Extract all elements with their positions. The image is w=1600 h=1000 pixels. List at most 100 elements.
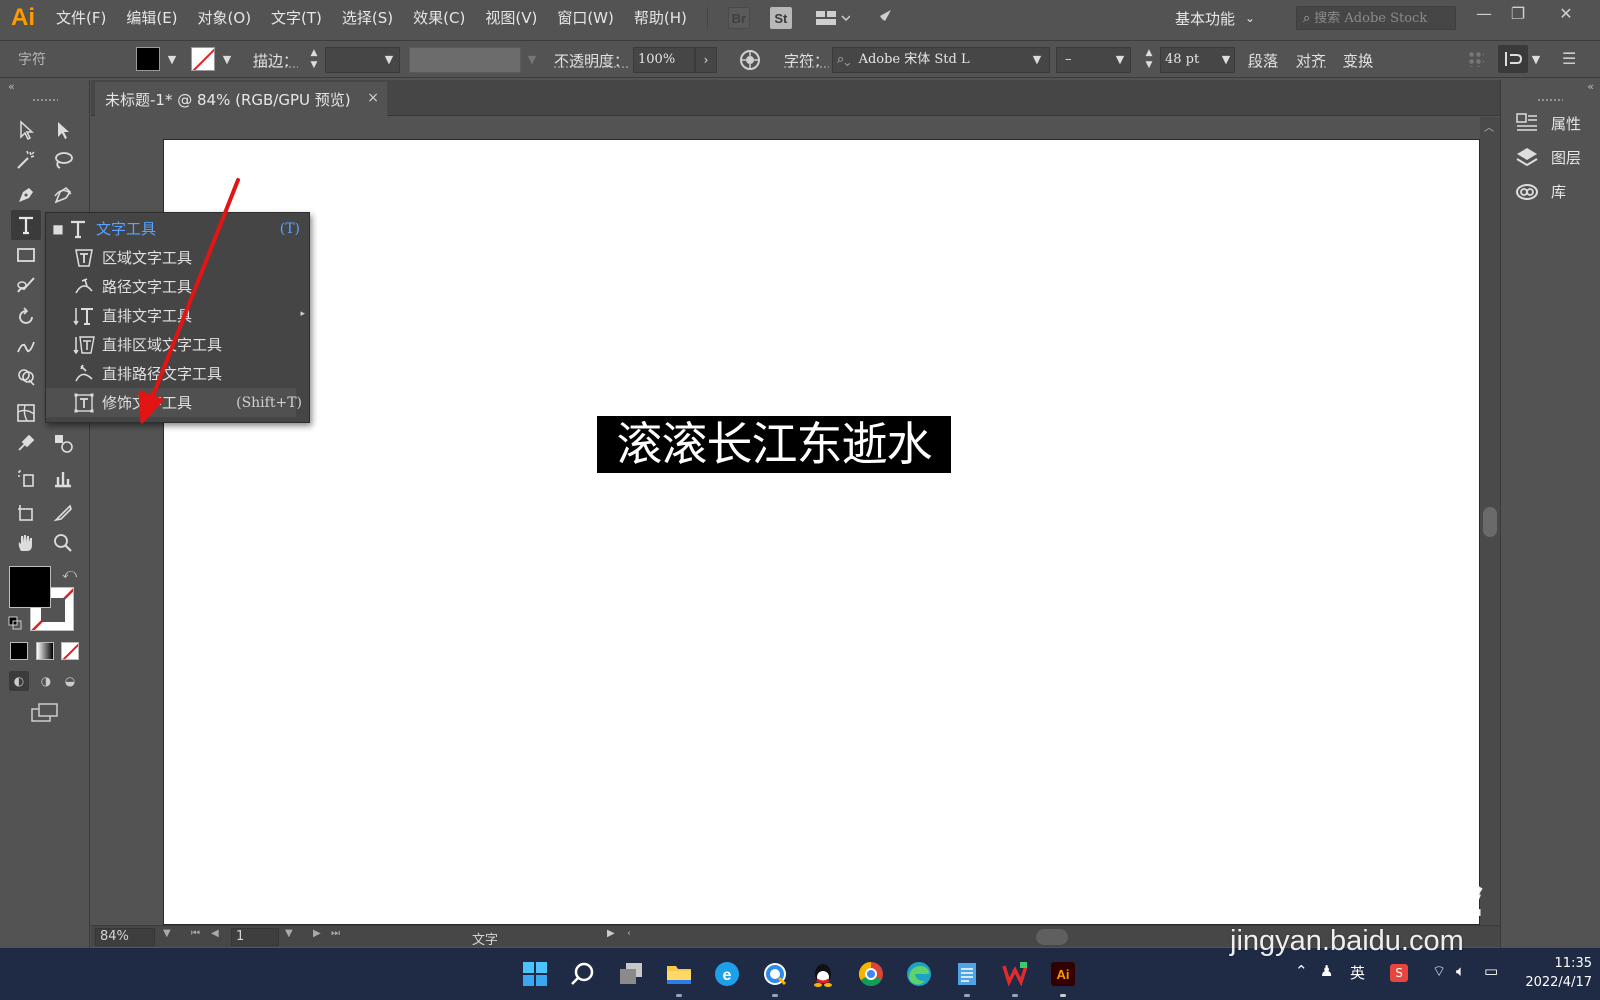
artboard-dropdown-icon[interactable]: ▼: [285, 928, 293, 939]
text-wrap-icon[interactable]: [1498, 45, 1528, 73]
flyout-area-type-tool[interactable]: 区域文字工具: [46, 243, 296, 272]
ie-icon[interactable]: e: [710, 957, 744, 991]
qq-icon[interactable]: [806, 957, 840, 991]
menu-help[interactable]: 帮助(H): [624, 0, 697, 36]
paintbrush-tool-icon[interactable]: [11, 270, 41, 300]
system-clock[interactable]: 11:35 2022/4/17: [1508, 954, 1592, 992]
first-artboard-icon[interactable]: ⏮: [191, 928, 200, 939]
type-tool-icon[interactable]: [11, 210, 41, 240]
menu-select[interactable]: 选择(S): [332, 0, 403, 36]
slice-tool-icon[interactable]: [48, 498, 78, 528]
menu-effect[interactable]: 效果(C): [403, 0, 475, 36]
gpu-performance-icon[interactable]: [872, 7, 894, 29]
none-mode-icon[interactable]: [61, 642, 79, 660]
isolate-icon[interactable]: [1468, 51, 1484, 67]
stock-icon[interactable]: St: [769, 7, 792, 29]
default-fill-stroke-icon[interactable]: [8, 615, 22, 630]
stock-search-box[interactable]: ⌕: [1296, 6, 1456, 30]
stroke-weight-dropdown-icon[interactable]: ▼: [380, 48, 398, 70]
wps-icon[interactable]: [998, 957, 1032, 997]
close-icon[interactable]: ✕: [1548, 0, 1584, 26]
magic-wand-tool-icon[interactable]: [11, 145, 41, 175]
tear-off-icon[interactable]: ▸: [300, 309, 305, 319]
selection-tool-icon[interactable]: [11, 115, 41, 145]
selected-text-object[interactable]: 滚滚长江东逝水: [597, 416, 951, 473]
bridge-icon[interactable]: Br: [727, 7, 750, 29]
minimize-icon[interactable]: —: [1466, 0, 1502, 26]
restore-icon[interactable]: ❐: [1500, 0, 1536, 26]
volume-icon[interactable]: 🔈︎: [1456, 962, 1465, 980]
ime-indicator[interactable]: 英: [1350, 962, 1365, 983]
artboard[interactable]: [163, 139, 1480, 925]
collapse-panel-icon[interactable]: «: [8, 80, 15, 93]
menu-edit[interactable]: 编辑(E): [116, 0, 187, 36]
expand-panels-icon[interactable]: «: [1587, 80, 1594, 93]
vertical-scrollbar[interactable]: ︿: [1480, 117, 1500, 925]
stock-search-input[interactable]: [1314, 10, 1440, 26]
align-link[interactable]: 对齐: [1296, 50, 1326, 71]
scroll-left-icon[interactable]: ‹: [627, 928, 631, 939]
direct-selection-tool-icon[interactable]: [48, 115, 78, 145]
transform-link[interactable]: 变换: [1343, 50, 1373, 71]
font-family-dropdown-icon[interactable]: ▼: [1028, 48, 1046, 70]
menu-file[interactable]: 文件(F): [46, 0, 116, 36]
font-family-field[interactable]: ⌕⌄ Adobe 宋体 Std L: [832, 47, 1050, 73]
panel-grip[interactable]: [32, 98, 58, 103]
zoom-dropdown-icon[interactable]: ▼: [163, 928, 171, 939]
stroke-weight-stepper[interactable]: ▲ ▼: [305, 47, 323, 73]
task-view-icon[interactable]: [614, 957, 648, 991]
libraries-panel-button[interactable]: 库: [1515, 176, 1597, 206]
mesh-tool-icon[interactable]: [11, 398, 41, 428]
zoom-tool-icon[interactable]: [48, 528, 78, 558]
search-icon[interactable]: [566, 957, 600, 991]
hand-tool-icon[interactable]: [11, 528, 41, 558]
menu-type[interactable]: 文字(T): [261, 0, 332, 36]
file-explorer-icon[interactable]: [662, 957, 696, 997]
paragraph-link[interactable]: 段落: [1248, 50, 1278, 71]
rotate-tool-icon[interactable]: [11, 302, 41, 332]
screen-mode-icon[interactable]: [30, 702, 60, 724]
artboard-tool-icon[interactable]: [11, 498, 41, 528]
curvature-tool-icon[interactable]: [48, 180, 78, 210]
font-size-dropdown-icon[interactable]: ▼: [1217, 48, 1235, 70]
next-artboard-icon[interactable]: ▶: [313, 928, 321, 939]
opacity-label[interactable]: 不透明度：: [554, 50, 629, 71]
character-label[interactable]: 字符：: [784, 50, 829, 71]
vertical-scroll-thumb[interactable]: [1483, 507, 1497, 537]
start-icon[interactable]: [518, 957, 552, 991]
scroll-up-icon[interactable]: ︿: [1484, 119, 1494, 134]
previous-artboard-icon[interactable]: ◀: [211, 928, 219, 939]
eyedropper-tool-icon[interactable]: [11, 428, 41, 458]
stroke-label[interactable]: 描边：: [253, 50, 298, 71]
flyout-vertical-type-tool[interactable]: 直排文字工具: [46, 301, 296, 330]
fill-swatch[interactable]: [136, 47, 160, 71]
draw-inside-icon[interactable]: ◒: [60, 671, 80, 691]
document-tab[interactable]: 未标题-1* @ 84% (RGB/GPU 预览) ×: [95, 82, 387, 116]
properties-panel-button[interactable]: 属性: [1515, 108, 1597, 138]
swap-fill-stroke-icon[interactable]: ⤺: [62, 566, 77, 582]
artboard-number-field[interactable]: 1: [231, 928, 279, 946]
flyout-vertical-type-on-path-tool[interactable]: 直排路径文字工具: [46, 359, 296, 388]
profile-dropdown-icon[interactable]: ▼: [523, 48, 541, 70]
workspace-switcher[interactable]: 基本功能 ⌄: [1175, 0, 1255, 36]
stroke-dropdown-icon[interactable]: ▼: [218, 48, 236, 70]
arrange-documents-icon[interactable]: [812, 7, 852, 29]
opacity-expand-button[interactable]: ›: [695, 47, 717, 73]
width-tool-icon[interactable]: [11, 332, 41, 362]
status-menu-icon[interactable]: ▶: [607, 928, 615, 939]
opacity-field[interactable]: 100%: [633, 47, 695, 73]
fill-dropdown-icon[interactable]: ▼: [163, 48, 181, 70]
shape-builder-tool-icon[interactable]: [11, 362, 41, 392]
flyout-type-tool[interactable]: ■ 文字工具 (T): [46, 214, 300, 243]
draw-normal-icon[interactable]: ◐: [9, 671, 29, 691]
column-graph-tool-icon[interactable]: [48, 463, 78, 493]
draw-behind-icon[interactable]: ◑: [36, 671, 56, 691]
menu-window[interactable]: 窗口(W): [547, 0, 624, 36]
pen-tool-icon[interactable]: [11, 180, 41, 210]
lasso-tool-icon[interactable]: [48, 145, 78, 175]
sogou-input-icon[interactable]: S: [1390, 964, 1408, 982]
qq-tray-icon[interactable]: ♟: [1320, 962, 1333, 980]
menu-view[interactable]: 视图(V): [475, 0, 547, 36]
flyout-type-on-path-tool[interactable]: 路径文字工具: [46, 272, 296, 301]
variable-width-profile[interactable]: [409, 47, 521, 73]
